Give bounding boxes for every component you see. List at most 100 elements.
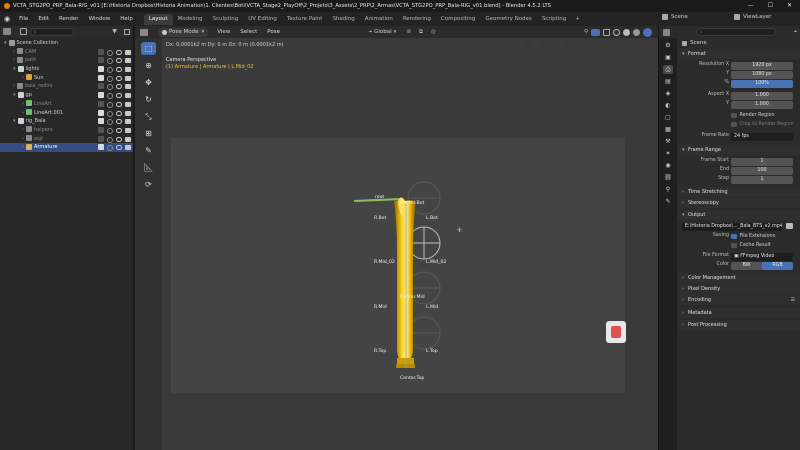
collection-tab-icon[interactable]: ▢ [663, 113, 673, 122]
mode-selector[interactable]: Pose Mode ▾ [158, 27, 209, 37]
particles-tab-icon[interactable]: ✶ [663, 149, 673, 158]
bone-label-l-bot[interactable]: L.Bot [426, 216, 438, 221]
move-tool-icon[interactable]: ✥ [141, 76, 156, 89]
chevron-right-icon[interactable]: ▾ [13, 92, 16, 98]
modifier-tab-icon[interactable]: ⚒ [663, 137, 673, 146]
editor-type-icon[interactable] [3, 28, 11, 35]
render-camera-icon[interactable] [125, 58, 131, 64]
render-camera-icon[interactable] [125, 93, 131, 99]
cache-result-checkbox[interactable]: Cache Result [731, 242, 771, 248]
hide-viewport-icon[interactable] [107, 58, 113, 65]
time-stretching-section-header[interactable]: › Time Stretching [678, 187, 800, 197]
camera-view-icon[interactable] [544, 39, 553, 49]
exclude-checkbox[interactable] [98, 48, 104, 55]
workspace-tab-animation[interactable]: Animation [360, 14, 398, 25]
outliner-row[interactable]: › CAM [0, 48, 133, 57]
chevron-right-icon[interactable]: ▾ [4, 40, 7, 46]
proportional-edit-icon[interactable]: ◎ [431, 29, 436, 35]
color-bw-button[interactable]: BW [731, 262, 762, 270]
bone-tab-icon[interactable]: ✎ [663, 197, 673, 206]
editor-type-3d-icon[interactable] [140, 28, 148, 36]
pixel-density-section-header[interactable]: › Pixel Density [678, 284, 800, 294]
workspace-tab-sculpting[interactable]: Sculpting [208, 14, 244, 25]
frame-end-field[interactable]: 100 [731, 167, 793, 175]
render-region-checkbox[interactable]: Render Region [731, 112, 775, 118]
rendered-shading-icon[interactable] [643, 27, 652, 37]
eye-icon[interactable] [116, 93, 122, 99]
visibility-icon[interactable]: ⚲ [584, 29, 588, 35]
bone-label-l-mid[interactable]: L.Mid [426, 305, 438, 310]
exclude-checkbox[interactable] [98, 57, 104, 64]
viewport-menu-pose[interactable]: Pose [262, 25, 285, 39]
eye-icon[interactable] [116, 67, 122, 73]
hide-viewport-icon[interactable] [107, 75, 113, 82]
hide-viewport-icon[interactable] [107, 49, 113, 56]
outliner-search-input[interactable]: ⌕ [30, 27, 74, 36]
eye-icon[interactable] [116, 58, 122, 64]
chevron-right-icon[interactable]: › [13, 49, 15, 55]
scene-tab-icon[interactable]: ◈ [663, 89, 673, 98]
exclude-checkbox[interactable] [98, 92, 104, 99]
rotate-tool-icon[interactable]: ↻ [141, 93, 156, 106]
world-tab-icon[interactable]: ◐ [663, 101, 673, 110]
workspace-tab-scripting[interactable]: Scripting [537, 14, 571, 25]
add-workspace-button[interactable]: + [571, 16, 584, 22]
pin-properties-icon[interactable]: ⌖ [794, 29, 800, 36]
render-camera-icon[interactable] [125, 136, 131, 142]
constraints-tab-icon[interactable]: ⛓ [663, 173, 673, 182]
scene-selector[interactable]: Scene ViewLayer [662, 14, 771, 20]
xray-icon[interactable] [603, 28, 610, 36]
blender-logo-menu-icon[interactable]: ◉ [0, 15, 14, 23]
workspace-tab-modeling[interactable]: Modeling [173, 14, 208, 25]
bone-label-r-bot[interactable]: R.Bot [374, 216, 386, 221]
outliner-row[interactable]: › path [0, 56, 133, 65]
bone-label-center-mid[interactable]: Center.Mid [400, 295, 425, 300]
bone-label-r-top[interactable]: R.Top [374, 349, 386, 354]
hide-viewport-icon[interactable] [107, 119, 113, 126]
bone-label-center-bot[interactable]: Center.Bot [400, 201, 424, 206]
aspect-x-field[interactable]: 1.000 [731, 92, 793, 100]
render-camera-icon[interactable] [125, 101, 131, 107]
workspace-tab-texture-paint[interactable]: Texture Paint [282, 14, 328, 25]
physics-tab-icon[interactable]: ◉ [663, 161, 673, 170]
frame-rate-dropdown[interactable]: 24 fps [731, 133, 793, 141]
presets-icon[interactable]: ☰ [791, 295, 795, 305]
solid-shading-icon[interactable] [623, 28, 630, 36]
perspective-toggle-icon[interactable] [557, 39, 566, 49]
resolution-x-field[interactable]: 1920 px [731, 62, 793, 70]
cursor-tool-icon[interactable]: ⊕ [141, 59, 156, 72]
hide-viewport-icon[interactable] [107, 145, 113, 152]
outliner-row[interactable]: › bala_redirs [0, 82, 133, 91]
chevron-right-icon[interactable]: › [22, 144, 24, 150]
filter-icon[interactable]: ▼ [112, 28, 117, 35]
roll-tool-icon[interactable]: ⟳ [141, 178, 156, 191]
exclude-checkbox[interactable] [98, 126, 104, 133]
hide-viewport-icon[interactable] [107, 136, 113, 143]
menu-item-window[interactable]: Window [84, 12, 116, 26]
aspect-y-field[interactable]: 1.000 [731, 101, 793, 109]
properties-search-input[interactable]: ⌕ [696, 28, 776, 36]
exclude-checkbox[interactable] [98, 66, 104, 73]
file-format-dropdown[interactable]: ▣ FFmpeg Video [731, 253, 793, 261]
color-management-section-header[interactable]: › Color Management [678, 273, 800, 283]
encoding-section-header[interactable]: › Encoding ☰ [678, 295, 800, 305]
output-path-field[interactable]: E:\Historia Dropbox\..._Bala_BTS_v2.mp4 [682, 223, 782, 231]
pan-icon[interactable] [531, 39, 540, 49]
eye-icon[interactable] [116, 136, 122, 142]
exclude-checkbox[interactable] [98, 118, 104, 125]
workspace-tab-compositing[interactable]: Compositing [436, 14, 480, 25]
hide-viewport-icon[interactable] [107, 127, 113, 134]
scale-tool-icon[interactable]: ⤡ [141, 110, 156, 123]
frame-start-field[interactable]: 1 [731, 158, 793, 166]
exclude-checkbox[interactable] [98, 83, 104, 90]
eye-icon[interactable] [116, 101, 122, 107]
bone-label-center-top[interactable]: Center.Top [400, 376, 424, 381]
hide-viewport-icon[interactable] [107, 101, 113, 108]
exclude-checkbox[interactable] [98, 144, 104, 151]
render-camera-icon[interactable] [125, 110, 131, 116]
chevron-right-icon[interactable]: › [22, 127, 24, 133]
eye-icon[interactable] [116, 84, 122, 90]
exclude-checkbox[interactable] [98, 135, 104, 142]
exclude-checkbox[interactable] [98, 109, 104, 116]
outliner-row[interactable]: ▾ lights [0, 65, 133, 74]
